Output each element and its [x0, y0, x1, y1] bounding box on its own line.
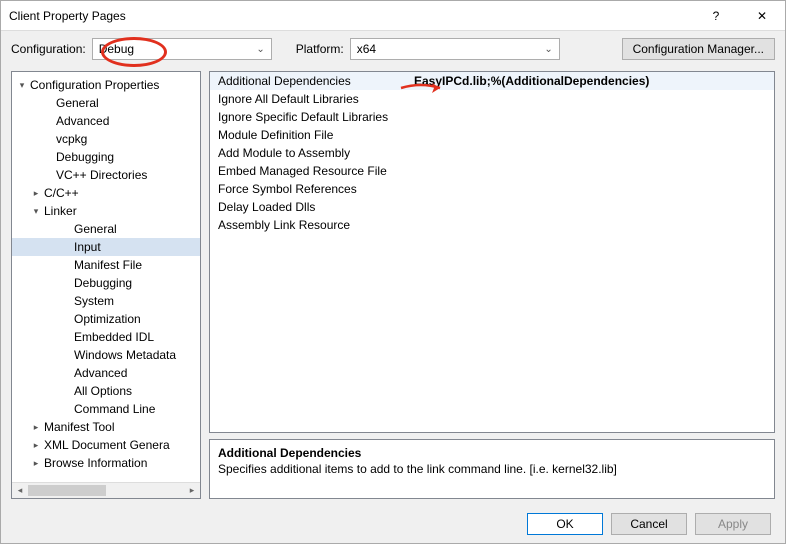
- property-name: Ignore All Default Libraries: [210, 92, 410, 106]
- property-row[interactable]: Ignore All Default Libraries: [210, 90, 774, 108]
- tree-item-label: Configuration Properties: [28, 78, 159, 92]
- tree-item-label: Debugging: [72, 276, 132, 290]
- tree-item-label: General: [72, 222, 117, 236]
- property-grid[interactable]: Additional DependenciesEasyIPCd.lib;%(Ad…: [209, 71, 775, 433]
- tree-item[interactable]: vcpkg: [12, 130, 200, 148]
- tree-item-label: Manifest File: [72, 258, 142, 272]
- property-row[interactable]: Force Symbol References: [210, 180, 774, 198]
- tree-item-label: Linker: [42, 204, 77, 218]
- property-name: Module Definition File: [210, 128, 410, 142]
- configuration-dropdown[interactable]: Debug ⌄: [92, 38, 272, 60]
- tree-item[interactable]: Windows Metadata: [12, 346, 200, 364]
- tree-item[interactable]: Manifest File: [12, 256, 200, 274]
- tree-item[interactable]: Debugging: [12, 148, 200, 166]
- collapse-icon[interactable]: ▾: [30, 206, 42, 217]
- close-button[interactable]: ✕: [739, 1, 785, 31]
- tree-item[interactable]: Optimization: [12, 310, 200, 328]
- dialog-buttons: OK Cancel Apply: [527, 513, 771, 535]
- property-name: Additional Dependencies: [210, 74, 410, 88]
- tree-item-label: Command Line: [72, 402, 155, 416]
- property-name: Assembly Link Resource: [210, 218, 410, 232]
- platform-label: Platform:: [296, 42, 344, 56]
- tree-item[interactable]: ▾Linker: [12, 202, 200, 220]
- tree-item[interactable]: Debugging: [12, 274, 200, 292]
- tree-item-label: Manifest Tool: [42, 420, 114, 434]
- scroll-right-icon[interactable]: ▸: [184, 483, 200, 498]
- configuration-manager-button[interactable]: Configuration Manager...: [622, 38, 775, 60]
- expand-icon[interactable]: ▸: [30, 458, 42, 469]
- ok-button[interactable]: OK: [527, 513, 603, 535]
- tree-panel: ▾Configuration PropertiesGeneralAdvanced…: [11, 71, 201, 499]
- property-name: Embed Managed Resource File: [210, 164, 410, 178]
- tree-item[interactable]: ▸Browse Information: [12, 454, 200, 472]
- configuration-value: Debug: [99, 42, 134, 56]
- property-value[interactable]: EasyIPCd.lib;%(AdditionalDependencies): [410, 74, 774, 88]
- property-name: Ignore Specific Default Libraries: [210, 110, 410, 124]
- tree-item[interactable]: Command Line: [12, 400, 200, 418]
- expand-icon[interactable]: ▸: [30, 422, 42, 433]
- expand-icon[interactable]: ▸: [30, 188, 42, 199]
- tree-item-label: System: [72, 294, 114, 308]
- tree-item[interactable]: Embedded IDL: [12, 328, 200, 346]
- property-name: Force Symbol References: [210, 182, 410, 196]
- tree-item-label: Browse Information: [42, 456, 147, 470]
- property-row[interactable]: Ignore Specific Default Libraries: [210, 108, 774, 126]
- tree-item[interactable]: Advanced: [12, 112, 200, 130]
- tree-item-label: Advanced: [72, 366, 127, 380]
- tree-item[interactable]: All Options: [12, 382, 200, 400]
- property-row[interactable]: Add Module to Assembly: [210, 144, 774, 162]
- tree-item[interactable]: ▸XML Document Genera: [12, 436, 200, 454]
- scroll-left-icon[interactable]: ◂: [12, 483, 28, 498]
- cancel-button[interactable]: Cancel: [611, 513, 687, 535]
- help-button[interactable]: ?: [693, 1, 739, 31]
- tree-item[interactable]: ▸C/C++: [12, 184, 200, 202]
- tree-item[interactable]: System: [12, 292, 200, 310]
- tree-item-label: Debugging: [54, 150, 114, 164]
- description-box: Additional Dependencies Specifies additi…: [209, 439, 775, 499]
- property-row[interactable]: Delay Loaded Dlls: [210, 198, 774, 216]
- tree-item-label: All Options: [72, 384, 132, 398]
- collapse-icon[interactable]: ▾: [16, 80, 28, 91]
- tree-item-label: Embedded IDL: [72, 330, 154, 344]
- platform-dropdown[interactable]: x64 ⌄: [350, 38, 560, 60]
- property-name: Delay Loaded Dlls: [210, 200, 410, 214]
- apply-button[interactable]: Apply: [695, 513, 771, 535]
- window-title: Client Property Pages: [9, 9, 693, 23]
- tree[interactable]: ▾Configuration PropertiesGeneralAdvanced…: [12, 72, 200, 482]
- tree-item[interactable]: Input: [12, 238, 200, 256]
- tree-item[interactable]: General: [12, 94, 200, 112]
- chevron-down-icon: ⌄: [256, 44, 264, 55]
- description-title: Additional Dependencies: [218, 446, 766, 460]
- tree-item-label: XML Document Genera: [42, 438, 170, 452]
- titlebar: Client Property Pages ? ✕: [1, 1, 785, 31]
- property-name: Add Module to Assembly: [210, 146, 410, 160]
- tree-item-label: Windows Metadata: [72, 348, 176, 362]
- tree-item-label: Optimization: [72, 312, 141, 326]
- tree-item[interactable]: ▾Configuration Properties: [12, 76, 200, 94]
- config-row: Configuration: Debug ⌄ Platform: x64 ⌄ C…: [1, 31, 785, 67]
- description-body: Specifies additional items to add to the…: [218, 462, 766, 476]
- tree-item-label: vcpkg: [54, 132, 87, 146]
- tree-item[interactable]: General: [12, 220, 200, 238]
- horizontal-scrollbar[interactable]: ◂ ▸: [12, 482, 200, 498]
- tree-item-label: C/C++: [42, 186, 79, 200]
- property-row[interactable]: Embed Managed Resource File: [210, 162, 774, 180]
- tree-item-label: Input: [72, 240, 101, 254]
- tree-item-label: VC++ Directories: [54, 168, 147, 182]
- chevron-down-icon: ⌄: [544, 44, 552, 55]
- platform-value: x64: [357, 42, 376, 56]
- property-row[interactable]: Additional DependenciesEasyIPCd.lib;%(Ad…: [210, 72, 774, 90]
- tree-item[interactable]: ▸Manifest Tool: [12, 418, 200, 436]
- property-row[interactable]: Module Definition File: [210, 126, 774, 144]
- tree-item-label: Advanced: [54, 114, 109, 128]
- configuration-label: Configuration:: [11, 42, 86, 56]
- tree-item-label: General: [54, 96, 99, 110]
- property-row[interactable]: Assembly Link Resource: [210, 216, 774, 234]
- tree-item[interactable]: VC++ Directories: [12, 166, 200, 184]
- tree-item[interactable]: Advanced: [12, 364, 200, 382]
- expand-icon[interactable]: ▸: [30, 440, 42, 451]
